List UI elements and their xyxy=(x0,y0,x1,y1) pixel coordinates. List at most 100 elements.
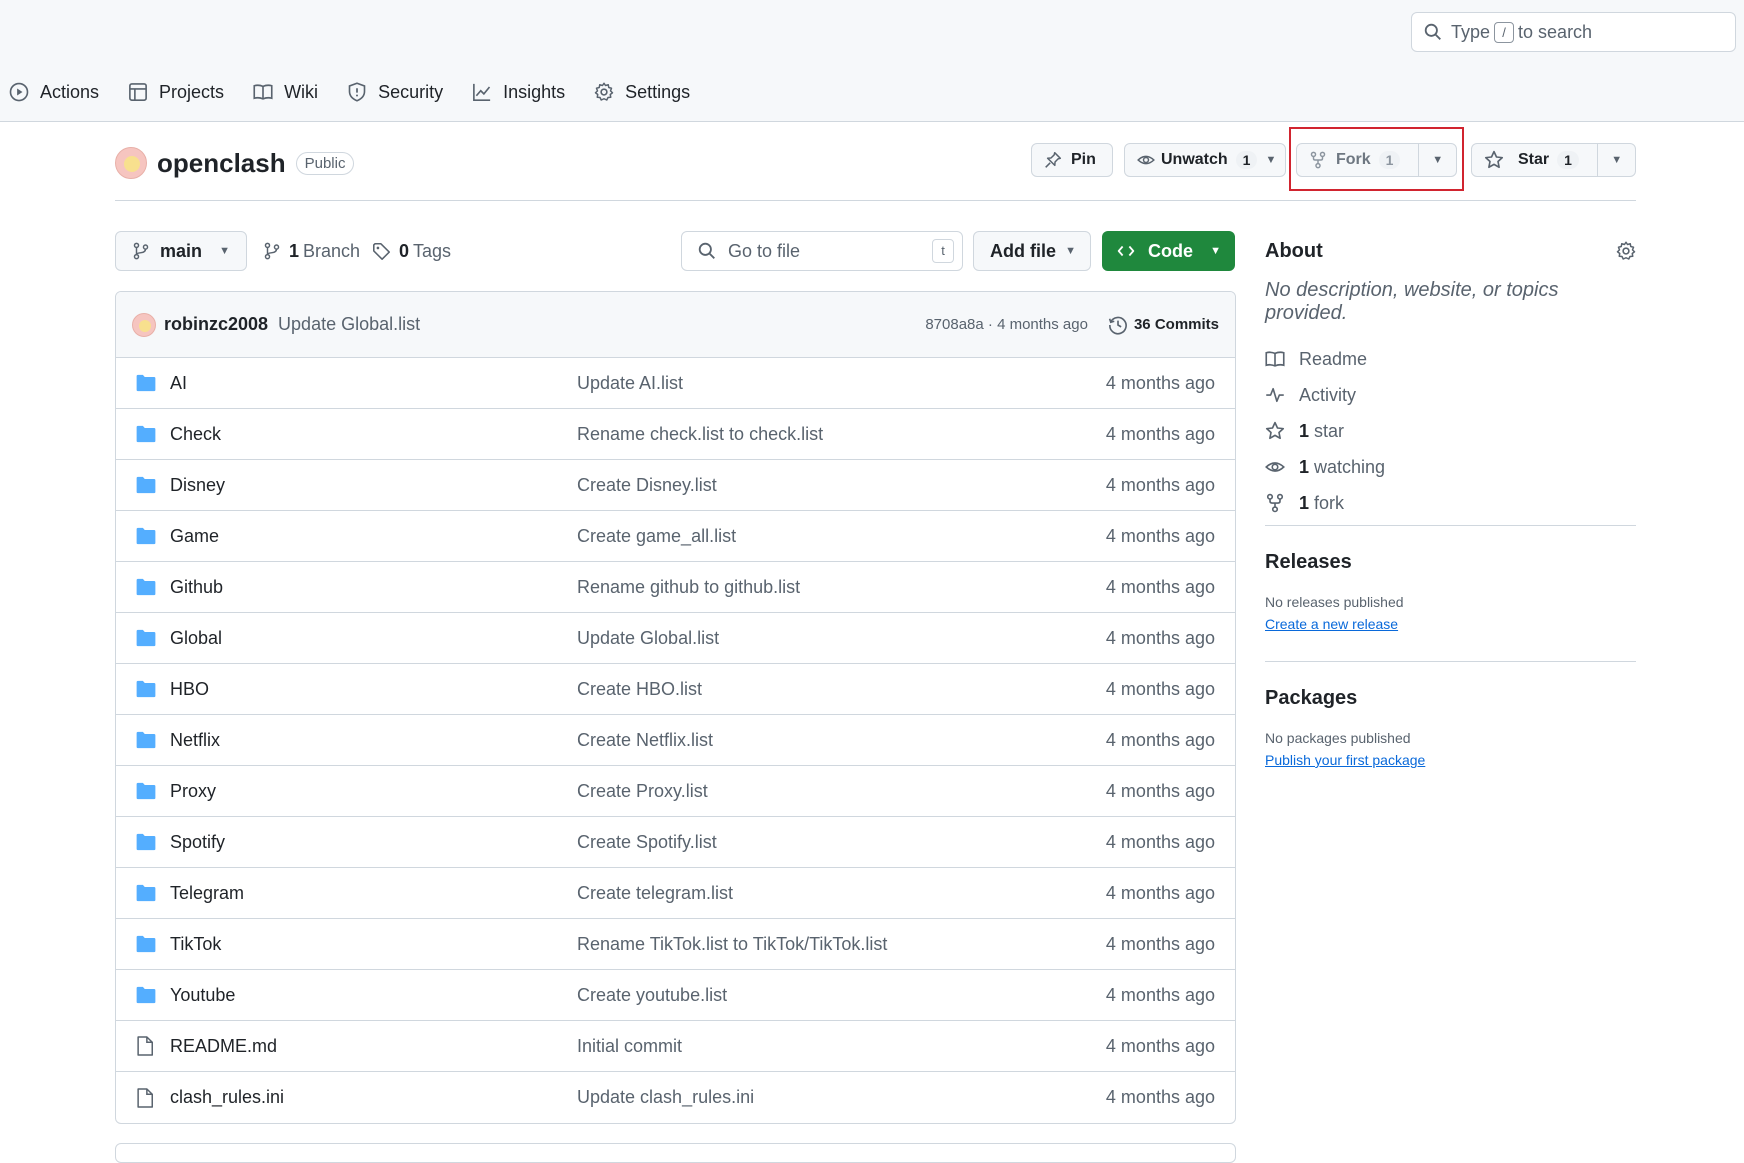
tab-actions[interactable]: Actions xyxy=(9,72,99,112)
go-to-file-input[interactable]: Go to file t xyxy=(681,231,963,271)
avatar[interactable] xyxy=(132,312,156,337)
repo-name[interactable]: openclash xyxy=(157,148,286,179)
commit-message[interactable]: Update Global.list xyxy=(278,314,420,335)
folder-icon xyxy=(136,731,156,749)
readme-link[interactable]: Readme xyxy=(1265,341,1636,377)
table-row[interactable]: TikTok Rename TikTok.list to TikTok/TikTo… xyxy=(116,919,1235,970)
tags-link[interactable]: 0 Tags xyxy=(372,231,451,271)
table-row[interactable]: Youtube Create youtube.list 4 months ago xyxy=(116,970,1235,1021)
table-row[interactable]: clash_rules.ini Update clash_rules.ini 4 m… xyxy=(116,1072,1235,1123)
avatar[interactable] xyxy=(115,147,147,179)
file-commit-message[interactable]: Create telegram.list xyxy=(577,883,1106,904)
activity-link[interactable]: Activity xyxy=(1265,377,1636,413)
forks-count: 1 xyxy=(1299,492,1310,513)
commits-link[interactable]: 36 Commits xyxy=(1108,315,1219,335)
folder-icon xyxy=(136,782,156,800)
table-row[interactable]: Disney Create Disney.list 4 months ago xyxy=(116,460,1235,511)
branch-label: Branch xyxy=(303,240,361,261)
publish-package-link[interactable]: Publish your first package xyxy=(1265,752,1425,768)
table-row[interactable]: Check Rename check.list to check.list 4 mo… xyxy=(116,409,1235,460)
gear-icon[interactable] xyxy=(1616,241,1636,261)
file-commit-message[interactable]: Rename check.list to check.list xyxy=(577,424,1106,445)
file-name[interactable]: Game xyxy=(170,526,577,547)
tab-insights[interactable]: Insights xyxy=(472,72,565,112)
table-row[interactable]: Spotify Create Spotify.list 4 months ago xyxy=(116,817,1235,868)
commit-sha-time[interactable]: 8708a8a · 4 months ago xyxy=(925,316,1088,333)
commit-author[interactable]: robinzc2008 xyxy=(164,314,268,335)
table-row[interactable]: README.md Initial commit 4 months ago xyxy=(116,1021,1235,1072)
table-row[interactable]: Netflix Create Netflix.list 4 months ago xyxy=(116,715,1235,766)
stars-link[interactable]: 1 star xyxy=(1265,413,1636,449)
branch-name: main xyxy=(160,240,203,261)
branches-link[interactable]: 1 Branch xyxy=(263,231,360,271)
file-name[interactable]: README.md xyxy=(170,1036,577,1057)
forks-link[interactable]: 1 fork xyxy=(1265,485,1636,521)
code-button[interactable]: Code ▼ xyxy=(1102,231,1235,271)
tab-projects[interactable]: Projects xyxy=(128,72,224,112)
file-name[interactable]: Spotify xyxy=(170,832,577,853)
file-commit-message[interactable]: Create game_all.list xyxy=(577,526,1106,547)
pulse-icon xyxy=(1266,387,1284,403)
file-icon xyxy=(136,1036,156,1056)
file-commit-message[interactable]: Create Netflix.list xyxy=(577,730,1106,751)
file-commit-message[interactable]: Update Global.list xyxy=(577,628,1106,649)
add-file-label: Add file xyxy=(990,240,1056,261)
file-commit-message[interactable]: Update AI.list xyxy=(577,373,1106,394)
readme-panel xyxy=(115,1143,1236,1163)
pin-button[interactable]: Pin xyxy=(1031,143,1113,177)
file-commit-message[interactable]: Create HBO.list xyxy=(577,679,1106,700)
unwatch-button[interactable]: Unwatch 1 ▼ xyxy=(1124,143,1286,177)
file-name[interactable]: Disney xyxy=(170,475,577,496)
chevron-down-icon[interactable]: ▼ xyxy=(1265,154,1276,166)
file-name[interactable]: Github xyxy=(170,577,577,598)
chevron-down-icon: ▼ xyxy=(219,245,230,257)
search-input[interactable]: Type / to search xyxy=(1411,12,1736,52)
tab-wiki[interactable]: Wiki xyxy=(253,72,318,112)
table-row[interactable]: HBO Create HBO.list 4 months ago xyxy=(116,664,1235,715)
tab-label: Actions xyxy=(40,81,100,102)
pin-icon xyxy=(1045,151,1062,168)
file-commit-message[interactable]: Rename github to github.list xyxy=(577,577,1106,598)
create-release-link[interactable]: Create a new release xyxy=(1265,616,1398,632)
table-row[interactable]: Game Create game_all.list 4 months ago xyxy=(116,511,1235,562)
tab-settings[interactable]: Settings xyxy=(594,72,690,112)
file-age: 4 months ago xyxy=(1105,372,1215,393)
table-row[interactable]: Proxy Create Proxy.list 4 months ago xyxy=(116,766,1235,817)
star-button[interactable]: Star 1 ▼ xyxy=(1471,143,1636,177)
file-name[interactable]: AI xyxy=(170,373,577,394)
repo-nav: Actions Projects Wiki Security Insights … xyxy=(0,72,719,112)
table-row[interactable]: AI Update AI.list 4 months ago xyxy=(116,358,1235,409)
file-name[interactable]: TikTok xyxy=(170,934,577,955)
file-commit-message[interactable]: Create Disney.list xyxy=(577,475,1106,496)
branch-select[interactable]: main ▼ xyxy=(115,231,247,271)
packages-empty: No packages published xyxy=(1265,730,1411,746)
file-commit-message[interactable]: Create Spotify.list xyxy=(577,832,1106,853)
unwatch-label: Unwatch xyxy=(1161,151,1228,168)
tab-security[interactable]: Security xyxy=(347,72,443,112)
file-name[interactable]: HBO xyxy=(170,679,577,700)
file-commit-message[interactable]: Update clash_rules.ini xyxy=(577,1087,1106,1108)
unwatch-count: 1 xyxy=(1235,151,1258,169)
file-name[interactable]: Check xyxy=(170,424,577,445)
file-name[interactable]: Proxy xyxy=(170,781,577,802)
file-name[interactable]: Global xyxy=(170,628,577,649)
about-panel: About No description, website, or topics… xyxy=(1265,231,1636,521)
table-row[interactable]: Github Rename github to github.list 4 mont… xyxy=(116,562,1235,613)
add-file-button[interactable]: Add file ▼ xyxy=(973,231,1091,271)
table-row[interactable]: Global Update Global.list 4 months ago xyxy=(116,613,1235,664)
file-commit-message[interactable]: Rename TikTok.list to TikTok/TikTok.list xyxy=(577,934,1106,955)
file-name[interactable]: Netflix xyxy=(170,730,577,751)
star-dropdown[interactable]: ▼ xyxy=(1597,144,1635,176)
file-name[interactable]: clash_rules.ini xyxy=(170,1087,577,1108)
releases-title[interactable]: Releases xyxy=(1265,551,1636,574)
file-name[interactable]: Telegram xyxy=(170,883,577,904)
file-commit-message[interactable]: Initial commit xyxy=(577,1036,1106,1057)
packages-section: Packages No packages published Publish y… xyxy=(1265,687,1636,770)
file-commit-message[interactable]: Create Proxy.list xyxy=(577,781,1106,802)
repo-header: openclash Public xyxy=(115,143,355,183)
file-commit-message[interactable]: Create youtube.list xyxy=(577,985,1106,1006)
packages-title[interactable]: Packages xyxy=(1265,687,1636,710)
file-name[interactable]: Youtube xyxy=(170,985,577,1006)
watching-link[interactable]: 1 watching xyxy=(1265,449,1636,485)
table-row[interactable]: Telegram Create telegram.list 4 months ago xyxy=(116,868,1235,919)
